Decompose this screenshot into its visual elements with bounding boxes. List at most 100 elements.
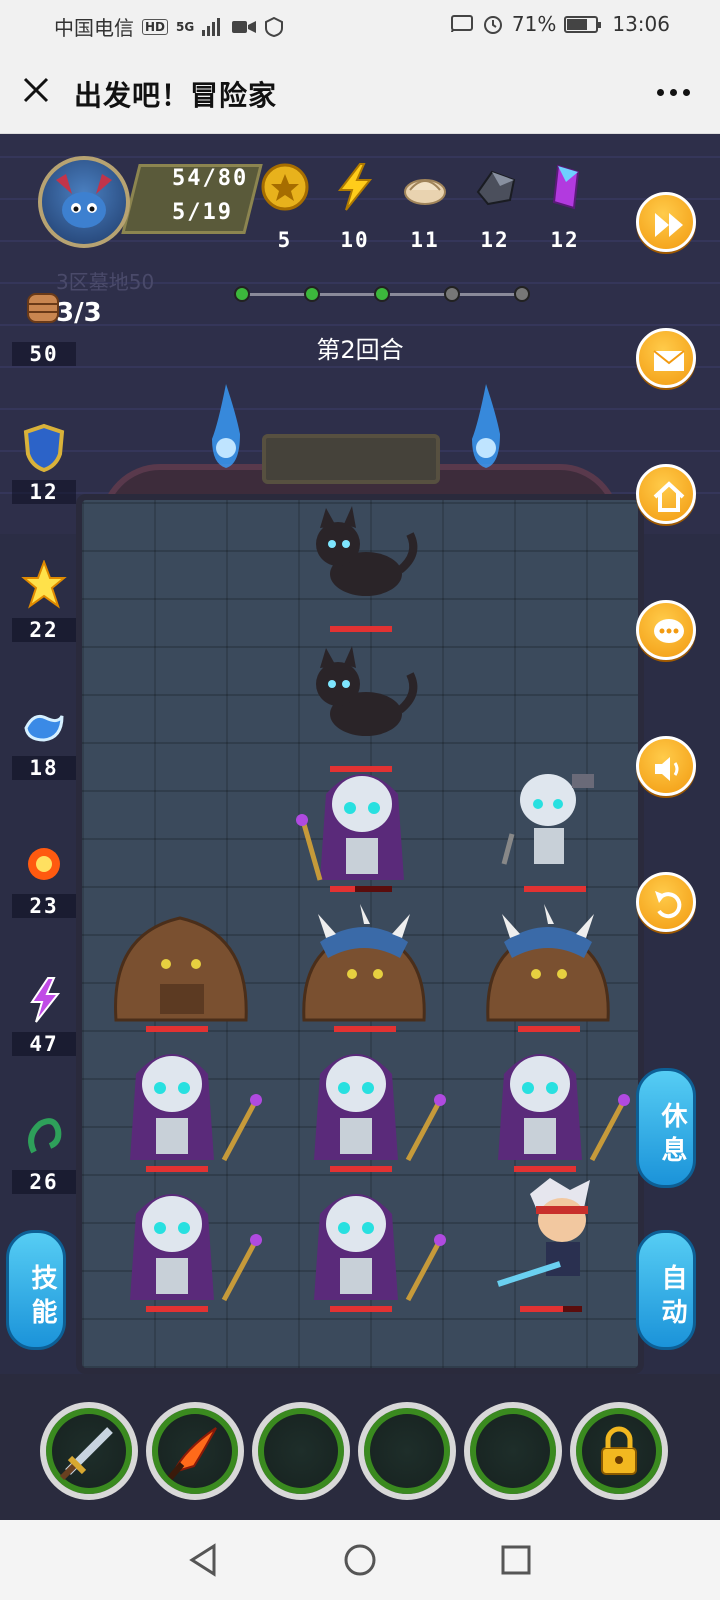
bat-creature-icon bbox=[56, 174, 112, 228]
status-left: 中国电信 HD 5G bbox=[54, 12, 284, 41]
gold-coin-icon bbox=[261, 163, 309, 211]
water-wave-icon bbox=[24, 714, 64, 742]
video-call-icon bbox=[232, 20, 257, 33]
stat-thunder: 47 bbox=[12, 974, 76, 1104]
shield-badge-icon bbox=[265, 16, 284, 37]
enemy-hp-bar bbox=[514, 1166, 576, 1172]
skill-slot-sword[interactable] bbox=[40, 1402, 138, 1500]
back-nav-icon[interactable] bbox=[184, 1540, 224, 1580]
stat-fire: 23 bbox=[12, 836, 76, 966]
stat-poison: 26 bbox=[12, 1112, 76, 1242]
close-icon bbox=[23, 77, 49, 103]
skeleton-mage-icon bbox=[296, 774, 404, 881]
lightning-icon bbox=[337, 163, 373, 211]
skill-slot-locked[interactable] bbox=[570, 1402, 668, 1500]
black-cat-icon bbox=[316, 646, 418, 736]
stat-value: 12 bbox=[12, 480, 76, 504]
page-title: 出发吧！冒险家 bbox=[74, 79, 278, 112]
lock-icon bbox=[601, 1426, 637, 1475]
enemy-hp-bar bbox=[334, 1026, 396, 1032]
mail-button[interactable] bbox=[636, 328, 696, 388]
clock: 13:06 bbox=[612, 12, 670, 36]
home-button[interactable] bbox=[636, 464, 696, 524]
progress-dot-done bbox=[304, 286, 320, 302]
cast-icon bbox=[450, 15, 473, 33]
skeleton-mage-enemy[interactable] bbox=[300, 1034, 450, 1174]
skill-slot-flame-blade[interactable] bbox=[146, 1402, 244, 1500]
holy-light-icon bbox=[21, 560, 67, 609]
mail-icon bbox=[653, 350, 685, 371]
enemy-hp-fill bbox=[330, 1166, 392, 1172]
more-dot bbox=[682, 88, 690, 96]
skeleton-mage-enemy[interactable] bbox=[300, 1174, 450, 1314]
chat-button[interactable] bbox=[636, 600, 696, 660]
skeleton-mage-enemy[interactable] bbox=[116, 1034, 266, 1174]
skeleton-mage-enemy[interactable] bbox=[484, 1034, 634, 1174]
resource-value: 12 bbox=[480, 228, 510, 252]
hero-hp-bar bbox=[520, 1306, 582, 1312]
blue-torch-icon bbox=[212, 384, 240, 468]
mud-golem-enemy[interactable] bbox=[106, 894, 256, 1034]
flame-blade-icon bbox=[167, 1427, 217, 1480]
home-nav-icon[interactable] bbox=[340, 1540, 380, 1580]
skill-slot-empty[interactable] bbox=[358, 1402, 456, 1500]
enemy-hp-bar bbox=[524, 886, 586, 892]
dungeon-gate bbox=[262, 434, 440, 484]
enemy-hp-fill bbox=[518, 1026, 580, 1032]
more-dot bbox=[669, 88, 677, 96]
resource-gold: 5 bbox=[250, 162, 320, 262]
player-panel[interactable]: 54/80 5/19 bbox=[38, 156, 263, 248]
title-bar: 出发吧！冒险家 bbox=[0, 50, 720, 134]
skeleton-mage-icon bbox=[130, 1054, 262, 1162]
screen: 中国电信 HD 5G 71% 13:06 出发吧！冒险家 54/80 5/19 … bbox=[0, 0, 720, 1600]
stat-value: 18 bbox=[12, 756, 76, 780]
skill-button[interactable]: 技能 bbox=[6, 1230, 66, 1350]
alarm-icon bbox=[483, 16, 502, 34]
resource-value: 5 bbox=[277, 228, 293, 252]
close-button[interactable] bbox=[16, 70, 56, 110]
fast-forward-button[interactable] bbox=[636, 192, 696, 252]
stat-value: 26 bbox=[12, 1170, 76, 1194]
skeleton-warrior-enemy[interactable] bbox=[474, 754, 624, 894]
system-nav-bar bbox=[0, 1520, 720, 1600]
sound-icon bbox=[655, 757, 679, 781]
skill-slot-empty[interactable] bbox=[252, 1402, 350, 1500]
shield-icon bbox=[23, 423, 65, 473]
battery-icon bbox=[564, 15, 602, 33]
blue-torch-icon bbox=[472, 384, 500, 468]
progress-dot-done bbox=[374, 286, 390, 302]
undo-button[interactable] bbox=[636, 872, 696, 932]
armored-golem-icon bbox=[302, 904, 426, 1022]
black-cat-enemy[interactable] bbox=[286, 634, 436, 774]
game-area: 54/80 5/19 5 10 11 12 12 3区墓地50 第2回合 3/3… bbox=[0, 134, 720, 1520]
enemy-hp-fill bbox=[146, 1026, 208, 1032]
stat-attack: 50 bbox=[12, 284, 76, 414]
rest-button[interactable]: 休息 bbox=[636, 1068, 696, 1188]
skeleton-mage-enemy[interactable] bbox=[286, 754, 436, 894]
enemy-hp-bar bbox=[146, 1306, 208, 1312]
stat-water: 18 bbox=[12, 698, 76, 828]
black-cat-enemy[interactable] bbox=[286, 494, 436, 634]
auto-button[interactable]: 自动 bbox=[636, 1230, 696, 1350]
more-button[interactable] bbox=[648, 72, 698, 112]
enemy-hp-bar bbox=[518, 1026, 580, 1032]
skill-bar bbox=[0, 1374, 720, 1520]
armored-golem-enemy[interactable] bbox=[474, 894, 624, 1034]
recents-nav-icon[interactable] bbox=[496, 1540, 536, 1580]
skill-slot-empty[interactable] bbox=[464, 1402, 562, 1500]
armored-golem-enemy[interactable] bbox=[290, 894, 440, 1034]
iron-ore-icon bbox=[476, 170, 516, 206]
sound-button[interactable] bbox=[636, 736, 696, 796]
enemy-hp-bar bbox=[330, 1306, 392, 1312]
signal-icon bbox=[202, 17, 221, 36]
skeleton-mage-icon bbox=[314, 1054, 446, 1162]
hero-swordsman[interactable] bbox=[490, 1174, 640, 1314]
enemy-hp-bar bbox=[146, 1166, 208, 1172]
player-level: 5/19 bbox=[172, 200, 233, 225]
stat-value: 23 bbox=[12, 894, 76, 918]
armored-golem-icon bbox=[486, 904, 610, 1022]
skeleton-mage-enemy[interactable] bbox=[116, 1174, 266, 1314]
player-avatar[interactable] bbox=[38, 156, 130, 248]
crystal-icon bbox=[552, 164, 580, 210]
chat-icon bbox=[654, 619, 684, 643]
